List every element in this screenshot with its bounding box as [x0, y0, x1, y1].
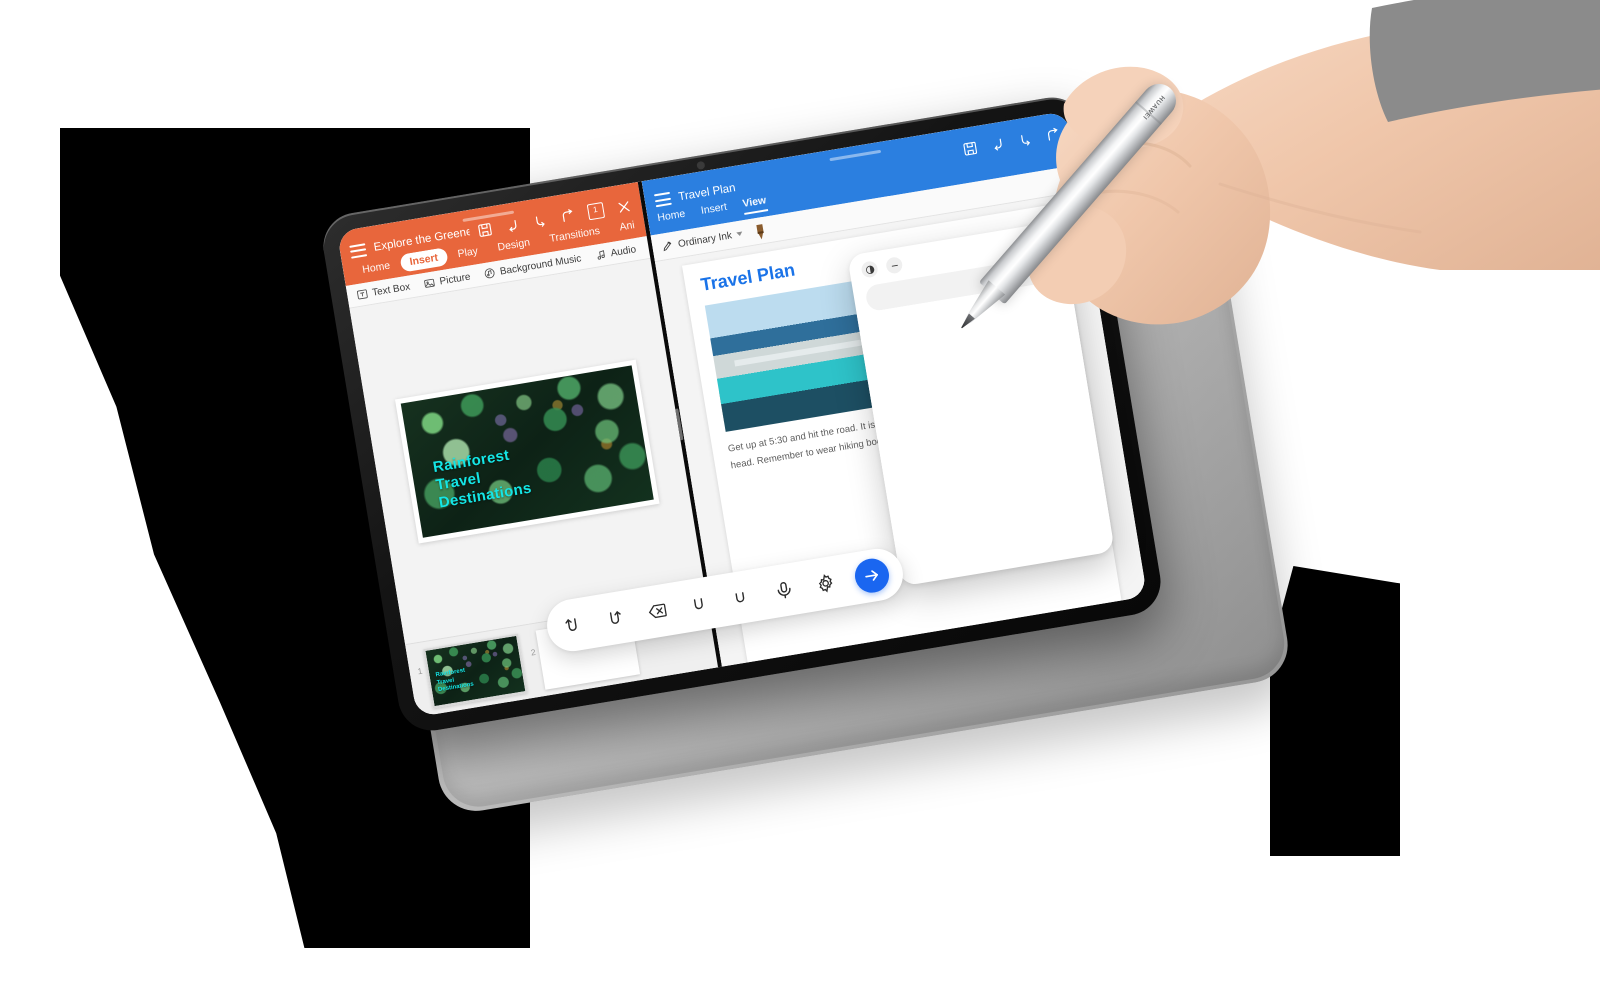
- document-redo-icon[interactable]: [1017, 131, 1034, 148]
- gesture-delete-button[interactable]: [643, 596, 673, 626]
- gesture-undo-icon: [565, 618, 577, 631]
- pen-mode-icon[interactable]: [860, 260, 879, 279]
- save-icon[interactable]: [476, 221, 493, 238]
- send-button[interactable]: [852, 556, 892, 596]
- background-shadow-right: [1270, 566, 1400, 856]
- rainforest-foliage-photo: Rainforest Travel Destinations: [401, 365, 655, 538]
- arrow-right-icon: [865, 570, 878, 581]
- pencil-icon: [663, 241, 671, 252]
- gesture-backspace-icon: [648, 603, 667, 619]
- hamburger-icon[interactable]: [349, 242, 368, 259]
- document-tab-home[interactable]: Home: [657, 208, 687, 229]
- chevron-down-icon[interactable]: [736, 231, 743, 237]
- tab-insert[interactable]: Insert: [399, 247, 449, 273]
- ribbon-audio[interactable]: Audio: [594, 243, 637, 262]
- gesture-redo-icon: [609, 611, 621, 624]
- gesture-newline-icon: [693, 598, 703, 610]
- slide-thumbnail-2-number: 2: [529, 646, 537, 658]
- stylus-ring: [1134, 101, 1162, 125]
- ribbon-picture[interactable]: Picture: [423, 271, 471, 291]
- document-undo-icon[interactable]: [989, 135, 1006, 152]
- gesture-space-icon: [735, 592, 745, 603]
- clear-x-icon[interactable]: ✕: [1036, 263, 1047, 277]
- ribbon-audio-label: Audio: [609, 243, 637, 259]
- document-tab-insert[interactable]: Insert: [700, 201, 729, 222]
- share-icon[interactable]: [559, 207, 576, 224]
- settings-button[interactable]: [811, 568, 841, 598]
- document-save-icon[interactable]: [962, 140, 979, 157]
- slide-thumbnail-1[interactable]: 1 Rainforest Travel Destinations: [414, 633, 528, 709]
- ribbon-picture-label: Picture: [438, 271, 472, 288]
- stylus-brand-label: HUAWEI: [1141, 93, 1166, 121]
- marker-pen-icon[interactable]: [753, 222, 767, 240]
- gesture-newline-button[interactable]: [685, 589, 715, 619]
- voice-input-button[interactable]: [769, 575, 799, 605]
- microphone-icon: [777, 582, 791, 599]
- document-share-icon[interactable]: [1044, 126, 1061, 143]
- undo-icon[interactable]: [504, 216, 521, 233]
- close-icon[interactable]: ✕: [1037, 231, 1052, 250]
- ribbon-text-box-label: Text Box: [371, 281, 411, 299]
- slide-current[interactable]: Rainforest Travel Destinations: [395, 359, 660, 544]
- document-hamburger-icon[interactable]: [653, 191, 672, 208]
- gesture-redo-button[interactable]: [601, 603, 631, 633]
- gesture-undo-button[interactable]: [559, 610, 589, 640]
- page-indicator[interactable]: 1: [586, 201, 605, 221]
- tab-play[interactable]: Play: [447, 241, 488, 265]
- slide-thumbnail-1-title: Rainforest Travel Destinations: [435, 667, 475, 694]
- document-tab-view[interactable]: View: [741, 194, 768, 215]
- slide-thumbnail-1-preview[interactable]: Rainforest Travel Destinations: [422, 633, 528, 708]
- tab-home[interactable]: Home: [352, 255, 400, 280]
- ordinary-ink-label: Ordinary Ink: [677, 229, 733, 250]
- slide-thumbnail-1-number: 1: [416, 665, 424, 676]
- minimize-icon[interactable]: [885, 256, 904, 275]
- gear-icon: [819, 574, 833, 593]
- tab-animation[interactable]: Animation: [609, 216, 637, 238]
- screenshot-stage: Explore the Greenery 1 Home Insert Play …: [0, 0, 1600, 1000]
- ribbon-text-box[interactable]: Text Box: [355, 281, 411, 302]
- gesture-space-button[interactable]: [727, 582, 757, 612]
- slide-title-text: Rainforest Travel Destinations: [431, 446, 533, 512]
- close-icon[interactable]: [615, 198, 632, 215]
- front-camera-icon: [697, 161, 705, 169]
- redo-icon[interactable]: [531, 212, 548, 229]
- handwriting-canvas[interactable]: [856, 278, 1111, 561]
